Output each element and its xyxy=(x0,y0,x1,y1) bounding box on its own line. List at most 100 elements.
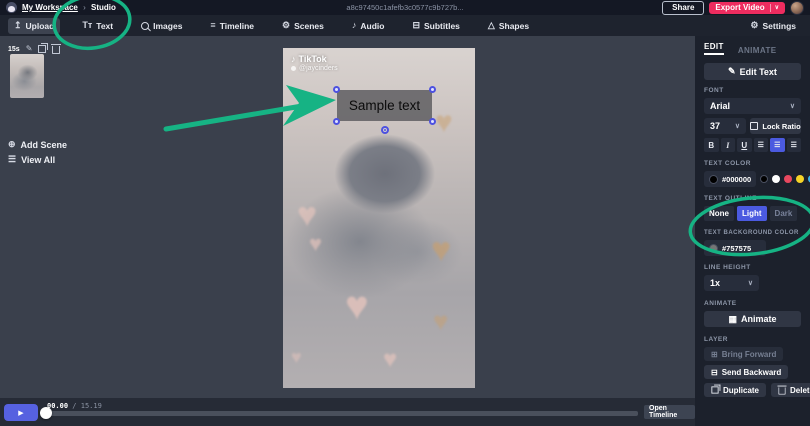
font-size-select[interactable]: 37 ∨ xyxy=(704,118,746,134)
text-color-value-box[interactable]: #000000 xyxy=(704,171,756,187)
settings-button[interactable]: ⚙ Settings xyxy=(744,18,802,34)
export-video-label: Export Video xyxy=(715,3,764,13)
add-scene-button[interactable]: ⊕ Add Scene xyxy=(8,139,67,150)
bring-forward-button[interactable]: ⊞ Bring Forward xyxy=(704,347,783,361)
export-chevron-icon[interactable]: ∨ xyxy=(770,4,779,12)
animate-section-label: ANIMATE xyxy=(704,300,801,307)
kapwing-logo-icon[interactable] xyxy=(6,2,17,13)
edit-panel: EDIT ANIMATE ✎ Edit Text FONT Arial ∨ 37… xyxy=(695,36,810,426)
play-button[interactable]: ▶ xyxy=(4,404,38,421)
send-backward-button[interactable]: ⊟ Send Backward xyxy=(704,365,788,379)
resize-handle-top-right[interactable] xyxy=(429,86,436,93)
tab-animate[interactable]: ANIMATE xyxy=(738,46,777,55)
menu-icon: ☰ xyxy=(8,154,16,165)
line-height-value: 1x xyxy=(710,278,720,288)
delete-button[interactable]: Delete xyxy=(771,383,810,397)
heart-overlay-icon: ♥ xyxy=(433,308,448,334)
align-center-icon: ☰ xyxy=(774,141,780,149)
rotate-handle[interactable] xyxy=(381,126,389,134)
gear-icon: ⚙ xyxy=(750,21,758,30)
tools-toolbar: ↥ Upload Tт Text Images ≡ Timeline ⚙ Sce… xyxy=(0,15,810,36)
sample-text-layer[interactable]: Sample text xyxy=(337,90,432,121)
heart-overlay-icon: ♥ xyxy=(291,348,302,366)
sample-text-value: Sample text xyxy=(349,98,420,113)
tool-audio[interactable]: ♪ Audio xyxy=(346,18,391,34)
total-time: / 15.19 xyxy=(72,402,102,410)
time-display: 00.00 / 15.19 xyxy=(47,402,102,410)
tool-scenes[interactable]: ⚙ Scenes xyxy=(276,18,330,34)
audio-icon: ♪ xyxy=(352,21,357,30)
duplicate-button[interactable]: Duplicate xyxy=(704,383,766,397)
heart-overlay-icon: ♥ xyxy=(297,198,317,232)
edit-scene-icon[interactable]: ✎ xyxy=(26,45,33,53)
view-all-button[interactable]: ☰ View All xyxy=(8,154,55,165)
tool-shapes[interactable]: △ Shapes xyxy=(482,18,535,34)
font-select[interactable]: Arial ∨ xyxy=(704,98,801,114)
animate-button[interactable]: ▦ Animate xyxy=(704,311,801,327)
scene-controls: 15s ✎ xyxy=(8,44,60,54)
resize-handle-top-left[interactable] xyxy=(333,86,340,93)
swatch-white[interactable] xyxy=(772,175,780,183)
outline-dark-button[interactable]: Dark xyxy=(770,206,798,221)
tool-audio-label: Audio xyxy=(360,21,384,31)
swatch-red[interactable] xyxy=(784,175,792,183)
swatch-yellow[interactable] xyxy=(796,175,804,183)
chevron-down-icon: ∨ xyxy=(748,279,753,287)
playback-bar: ▶ 00.00 / 15.19 Open Timeline xyxy=(0,398,695,426)
resize-handle-bottom-right[interactable] xyxy=(429,118,436,125)
tool-timeline[interactable]: ≡ Timeline xyxy=(204,18,260,34)
outline-light-button[interactable]: Light xyxy=(737,206,767,221)
video-canvas[interactable]: ♥ ♥ ♥ ♥ ♥ ♥ ♥ ♥ ♪ TikTok @jaycinders Sam… xyxy=(283,48,475,388)
bold-button[interactable]: B xyxy=(704,138,719,152)
breadcrumb-workspace[interactable]: My Workspace xyxy=(22,3,78,12)
seek-track[interactable] xyxy=(46,411,638,416)
user-icon xyxy=(291,66,296,71)
edit-text-button[interactable]: ✎ Edit Text xyxy=(704,63,801,80)
share-button[interactable]: Share xyxy=(662,1,704,15)
delete-label: Delete xyxy=(790,386,810,395)
timeline-icon: ≡ xyxy=(210,21,215,30)
animate-icon: ▦ xyxy=(728,314,737,325)
align-left-button[interactable]: ☰ xyxy=(754,138,769,152)
align-right-button[interactable]: ☰ xyxy=(787,138,802,152)
tool-text[interactable]: Tт Text xyxy=(76,18,119,34)
export-video-button[interactable]: Export Video ∨ xyxy=(709,2,785,14)
text-background-color-dot xyxy=(709,244,718,253)
heart-overlay-icon: ♥ xyxy=(435,108,453,138)
tool-text-label: Text xyxy=(96,21,113,31)
delete-scene-icon[interactable] xyxy=(52,46,60,54)
italic-button[interactable]: I xyxy=(721,138,736,152)
add-circle-icon: ⊕ xyxy=(8,139,16,150)
resize-handle-bottom-left[interactable] xyxy=(333,118,340,125)
lock-ratio-button[interactable]: Lock Ratio xyxy=(750,118,801,134)
heart-overlay-icon: ♥ xyxy=(345,286,369,326)
document-title[interactable]: a8c97450c1afefb3c0577c9b727b... xyxy=(346,3,463,12)
text-color-hex: #000000 xyxy=(722,175,751,184)
line-height-select[interactable]: 1x ∨ xyxy=(704,275,759,291)
search-images-icon xyxy=(141,22,149,30)
tool-upload[interactable]: ↥ Upload xyxy=(8,18,60,34)
open-timeline-button[interactable]: Open Timeline xyxy=(644,405,695,419)
line-height-label: LINE HEIGHT xyxy=(704,264,801,271)
send-backward-label: Send Backward xyxy=(722,368,782,377)
tab-edit[interactable]: EDIT xyxy=(704,42,724,55)
font-label: FONT xyxy=(704,87,801,94)
tool-subtitles[interactable]: ⊟ Subtitles xyxy=(406,18,465,34)
upload-icon: ↥ xyxy=(14,21,22,30)
seek-handle[interactable] xyxy=(40,407,52,419)
settings-label: Settings xyxy=(762,21,796,31)
user-avatar[interactable] xyxy=(790,1,804,15)
tool-subtitles-label: Subtitles xyxy=(424,21,460,31)
lock-ratio-label: Lock Ratio xyxy=(762,122,800,131)
align-center-button[interactable]: ☰ xyxy=(770,138,785,152)
animate-button-label: Animate xyxy=(741,314,777,324)
scene-thumbnail[interactable] xyxy=(10,54,44,98)
text-icon: Tт xyxy=(82,21,92,30)
duplicate-scene-icon[interactable] xyxy=(38,45,46,53)
underline-button[interactable]: U xyxy=(737,138,752,152)
shapes-icon: △ xyxy=(488,21,495,30)
text-background-color-box[interactable]: #757575 xyxy=(704,240,766,256)
swatch-black[interactable] xyxy=(760,175,768,183)
tool-images[interactable]: Images xyxy=(135,18,188,34)
outline-none-button[interactable]: None xyxy=(704,206,734,221)
